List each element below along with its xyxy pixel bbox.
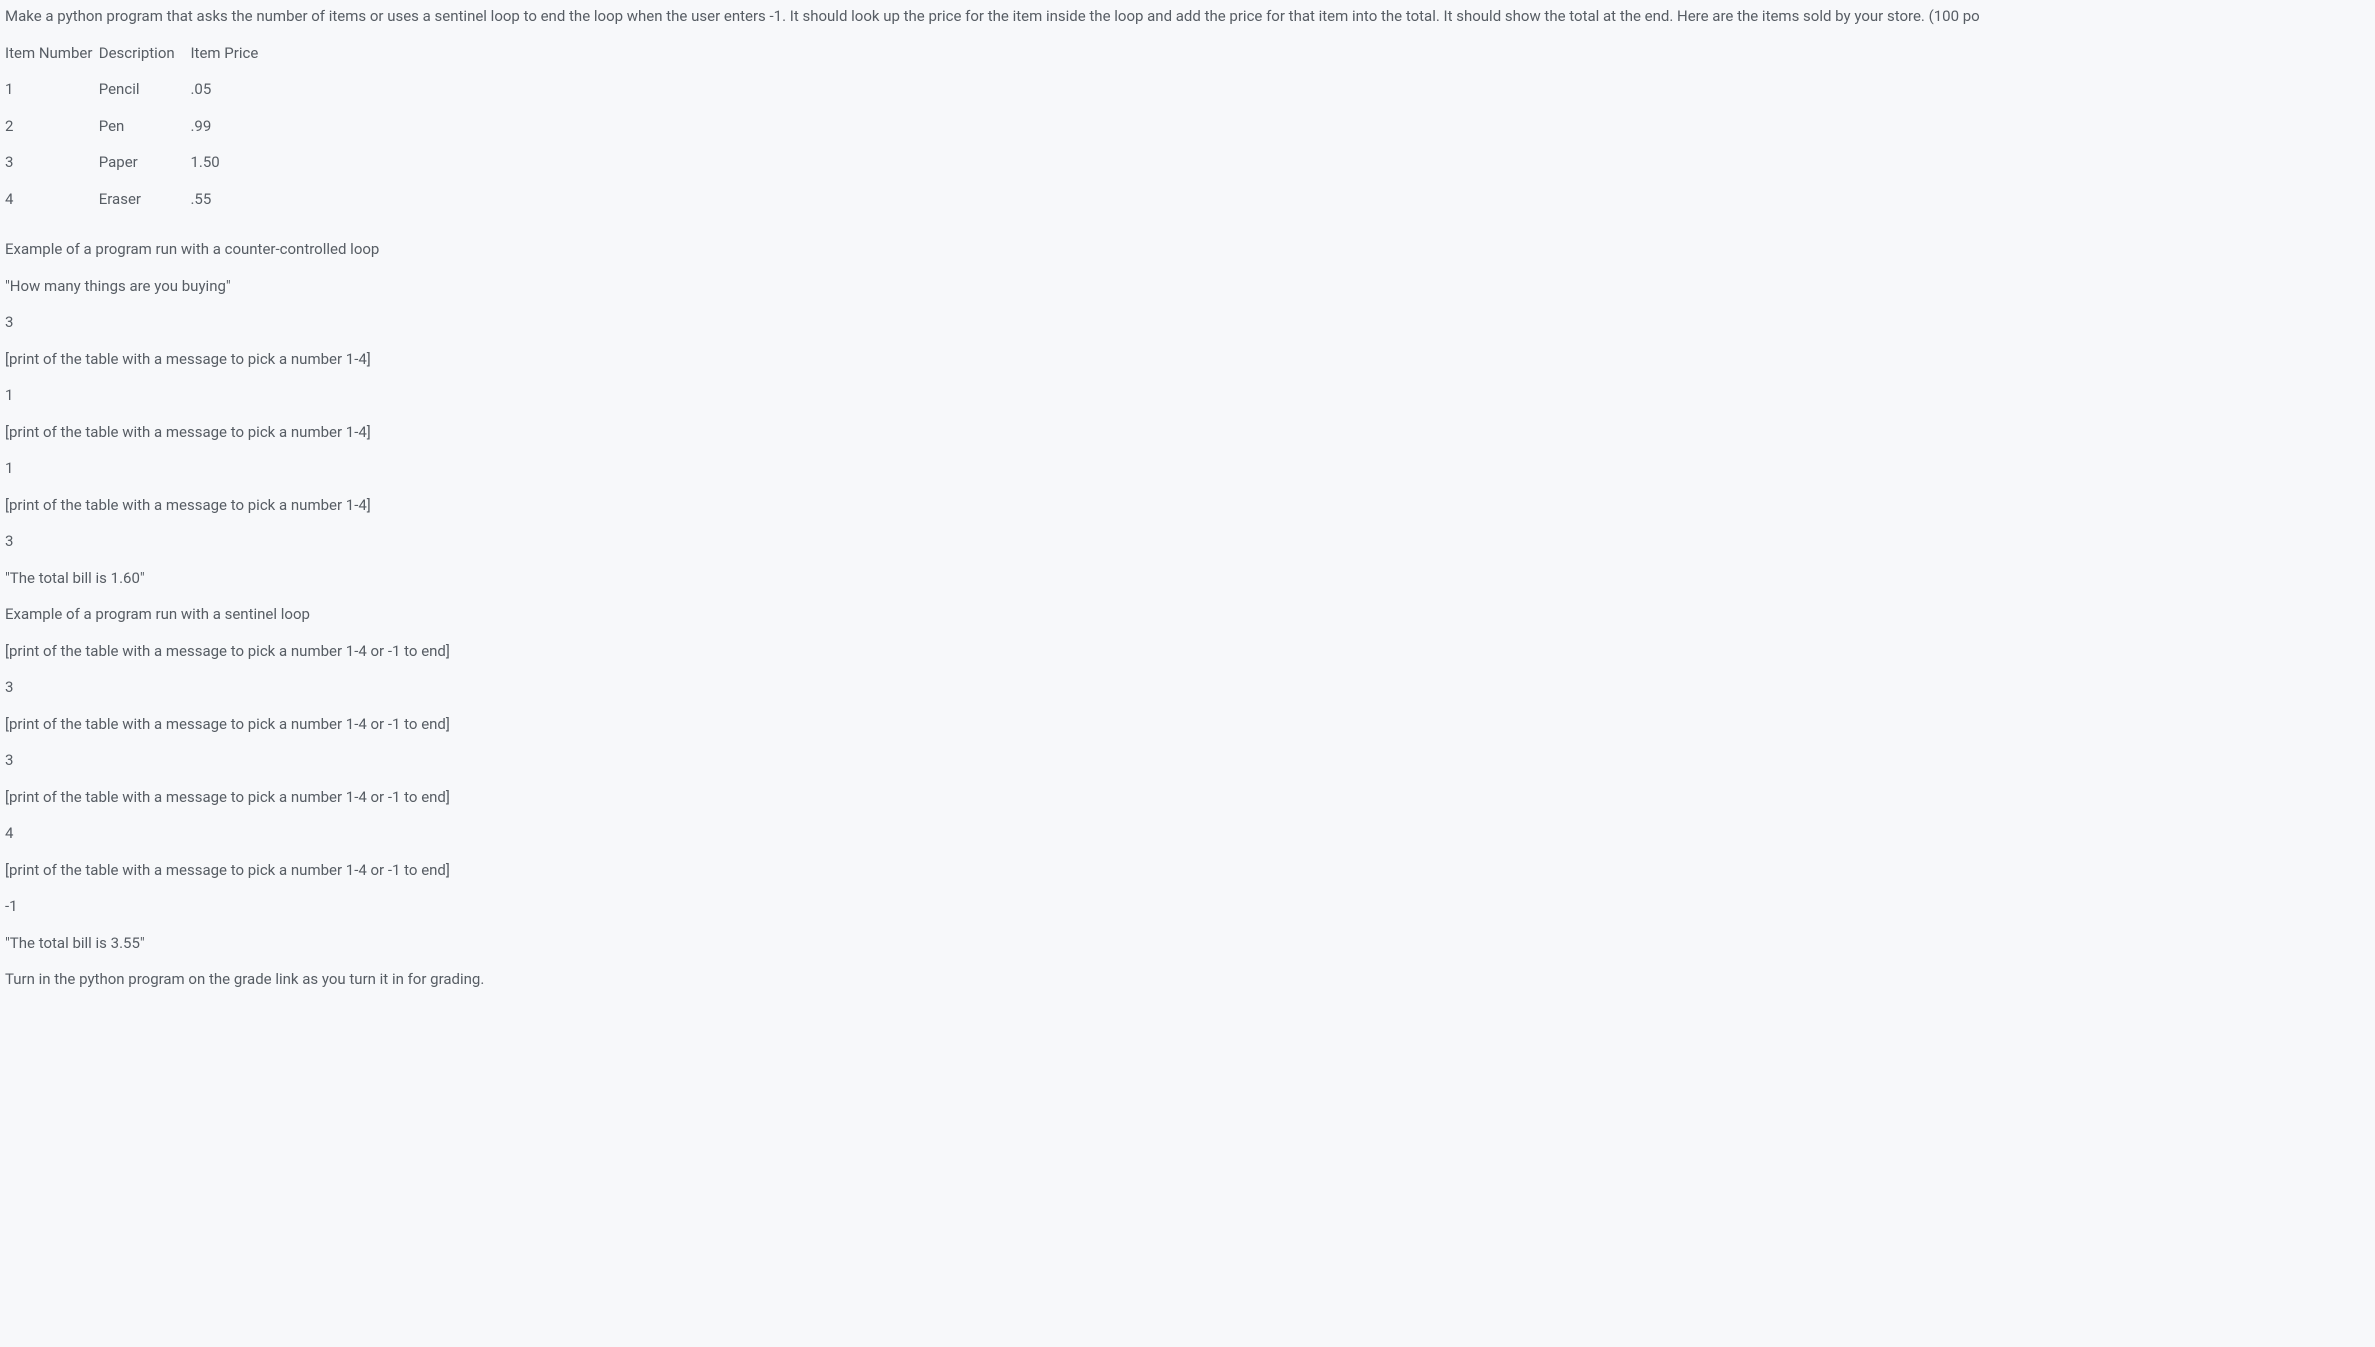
example2-input: 4 bbox=[5, 822, 2370, 845]
example1-prompt: "How many things are you buying" bbox=[5, 275, 2370, 298]
cell-description: Pen bbox=[99, 115, 187, 138]
cell-description: Paper bbox=[99, 151, 187, 174]
header-item-price: Item Price bbox=[190, 42, 258, 65]
cell-description: Eraser bbox=[99, 188, 187, 211]
example2-message: [print of the table with a message to pi… bbox=[5, 859, 2370, 882]
cell-number: 1 bbox=[5, 78, 95, 101]
cell-price: .05 bbox=[190, 78, 211, 101]
header-description: Description bbox=[99, 42, 187, 65]
table-row: 1 Pencil .05 bbox=[5, 78, 2370, 101]
table-row: 3 Paper 1.50 bbox=[5, 151, 2370, 174]
cell-number: 2 bbox=[5, 115, 95, 138]
example2-message: [print of the table with a message to pi… bbox=[5, 640, 2370, 663]
example1-result: "The total bill is 1.60" bbox=[5, 567, 2370, 590]
example2-message: [print of the table with a message to pi… bbox=[5, 786, 2370, 809]
table-row: 2 Pen .99 bbox=[5, 115, 2370, 138]
example2-result: "The total bill is 3.55" bbox=[5, 932, 2370, 955]
example1-input: 3 bbox=[5, 311, 2370, 334]
example1-input: 3 bbox=[5, 530, 2370, 553]
cell-number: 3 bbox=[5, 151, 95, 174]
example2-input: 3 bbox=[5, 676, 2370, 699]
example2-title: Example of a program run with a sentinel… bbox=[5, 603, 2370, 626]
example1-input: 1 bbox=[5, 457, 2370, 480]
example1-message: [print of the table with a message to pi… bbox=[5, 494, 2370, 517]
cell-price: .55 bbox=[190, 188, 211, 211]
spacer bbox=[5, 224, 2370, 238]
example1-title: Example of a program run with a counter-… bbox=[5, 238, 2370, 261]
document-content: Make a python program that asks the numb… bbox=[5, 5, 2370, 991]
cell-price: 1.50 bbox=[190, 151, 219, 174]
intro-paragraph: Make a python program that asks the numb… bbox=[5, 5, 2370, 28]
example2-input: 3 bbox=[5, 749, 2370, 772]
example2-input: -1 bbox=[5, 895, 2370, 918]
footer-instruction: Turn in the python program on the grade … bbox=[5, 968, 2370, 991]
example2-message: [print of the table with a message to pi… bbox=[5, 713, 2370, 736]
cell-price: .99 bbox=[190, 115, 211, 138]
cell-description: Pencil bbox=[99, 78, 187, 101]
table-row: 4 Eraser .55 bbox=[5, 188, 2370, 211]
table-header-row: Item Number Description Item Price bbox=[5, 42, 2370, 65]
header-item-number: Item Number bbox=[5, 42, 95, 65]
example1-message: [print of the table with a message to pi… bbox=[5, 348, 2370, 371]
cell-number: 4 bbox=[5, 188, 95, 211]
example1-message: [print of the table with a message to pi… bbox=[5, 421, 2370, 444]
example1-input: 1 bbox=[5, 384, 2370, 407]
